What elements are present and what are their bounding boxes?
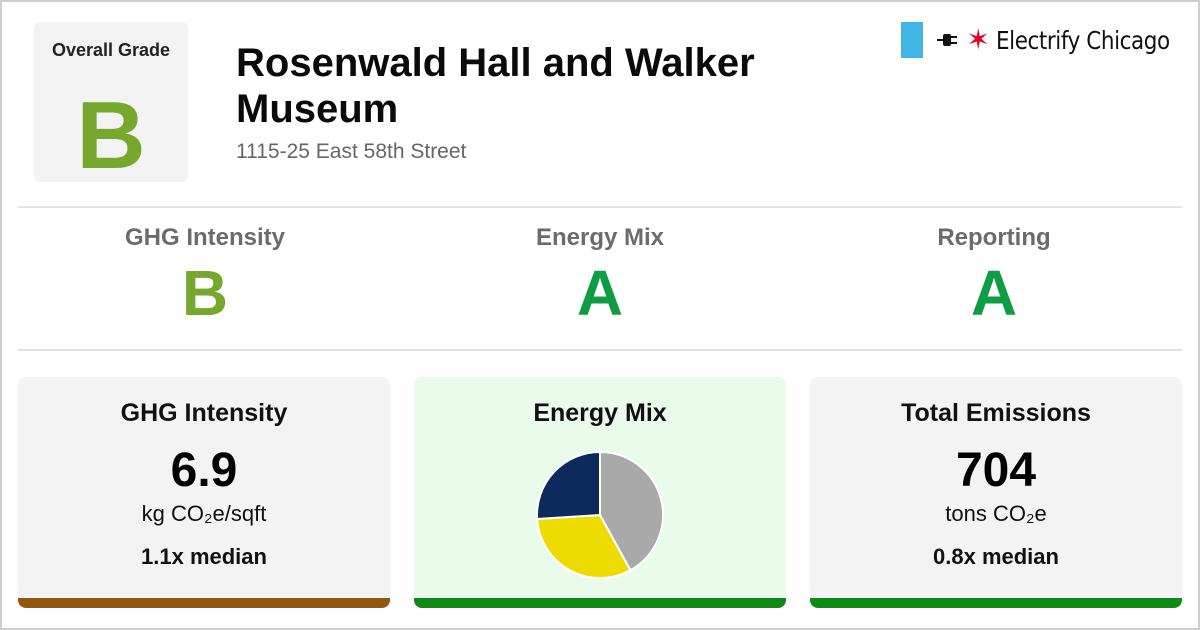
brand-logo[interactable]: ✶ Electrify Chicago [900,22,1176,58]
card-title: Total Emissions [901,399,1091,427]
card-accent-bar [18,598,390,608]
grade-reporting: Reporting A [797,224,1191,328]
grade-ghg-intensity: GHG Intensity B [8,224,402,328]
ghg-intensity-value: 6.9 [170,444,238,497]
overall-grade-letter: B [76,82,146,189]
total-emissions-unit: tons CO₂e [945,501,1047,526]
overall-grade-box: Overall Grade B [34,22,188,189]
grade-label: Energy Mix [535,224,665,251]
card-title: GHG Intensity [120,399,288,427]
pie-slice-2 [536,450,601,521]
red-star-icon: ✶ [966,24,991,55]
card-accent-bar [810,598,1182,608]
energy-mix-card: Energy Mix [414,377,786,608]
card-accent-bar [414,598,786,608]
grade-letter: B [181,257,229,329]
grade-letter: A [970,257,1018,329]
grade-energy-mix: Energy Mix A [403,224,797,328]
total-emissions-value: 704 [955,444,1037,497]
brand-name: Electrify Chicago [996,25,1170,55]
total-emissions-median: 0.8x median [933,544,1059,569]
grade-label: Reporting [937,224,1051,251]
divider [18,349,1182,351]
overall-grade-label: Overall Grade [51,40,171,60]
ghg-intensity-card: GHG Intensity 6.9 kg CO₂e/sqft 1.1x medi… [18,377,390,608]
ghg-intensity-unit: kg CO₂e/sqft [141,501,267,526]
plug-icon [936,34,957,46]
building-title: Rosenwald Hall and Walker Museum [236,41,755,131]
ghg-intensity-median: 1.1x median [141,544,267,569]
divider [18,206,1182,208]
card-title: Energy Mix [533,399,667,427]
energy-mix-pie-chart [536,450,664,579]
building-address: 1115-25 East 58th Street [236,140,467,163]
grade-label: GHG Intensity [124,224,286,251]
total-emissions-card: Total Emissions 704 tons CO₂e 0.8x media… [810,377,1182,608]
chicago-flag-stripe-icon [900,22,923,58]
grade-letter: A [576,257,624,329]
